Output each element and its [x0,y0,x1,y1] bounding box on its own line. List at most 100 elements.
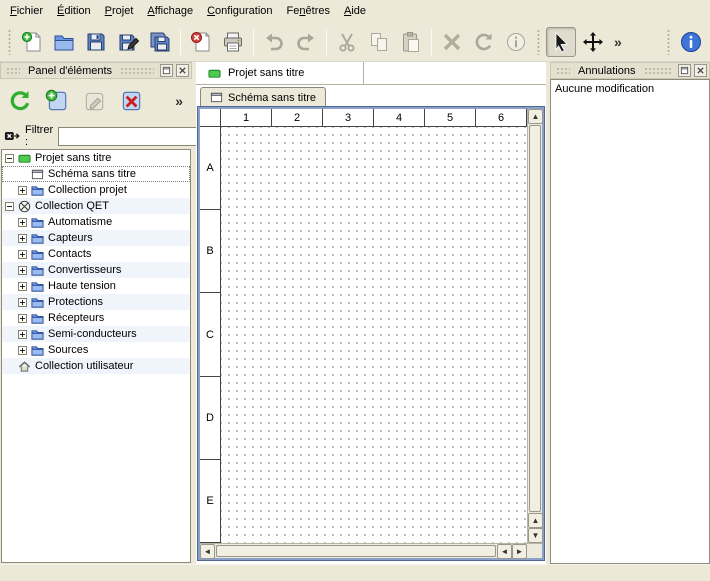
tree-item-haute-tension[interactable]: Haute tension [2,278,190,294]
toolbar-handle[interactable] [7,29,12,55]
print-button[interactable] [218,27,248,57]
expander-plus-icon[interactable] [18,298,27,307]
tree-item-capteurs[interactable]: Capteurs [2,230,190,246]
horizontal-scroll-thumb[interactable] [216,545,496,557]
tree-item-contacts[interactable]: Contacts [2,246,190,262]
tree-item-collection-utilisateur[interactable]: Collection utilisateur [2,358,190,374]
info-gray-icon [505,31,527,53]
about-qet-button[interactable] [676,27,706,57]
folder-icon [31,184,44,197]
vertical-scrollbar[interactable]: ▲ ▲ ▼ [527,109,542,543]
float-panel-button[interactable] [160,64,173,77]
scroll-down-button[interactable]: ▼ [528,528,543,543]
scroll-left-button-right[interactable]: ◄ [497,544,512,559]
copy-button [364,27,394,57]
move-arrows-icon [582,31,604,53]
tree-item-r-cepteurs[interactable]: Récepteurs [2,310,190,326]
save-all-button[interactable] [145,27,175,57]
grid-body: ABCDE [200,127,527,543]
new-element-button[interactable] [41,85,73,117]
elements-panel-titlebar[interactable]: Panel d'éléments [0,62,192,79]
schema-canvas[interactable] [221,127,527,543]
tree-item-protections[interactable]: Protections [2,294,190,310]
dock-grip-icon[interactable] [644,67,673,74]
toolbar-overflow-button[interactable]: » [609,34,627,50]
menu-aide[interactable]: Aide [337,2,373,20]
conductor-properties-button [501,27,531,57]
save-as-button[interactable] [113,27,143,57]
menu-configuration[interactable]: Configuration [200,2,279,20]
expander-plus-icon[interactable] [18,346,27,355]
tab-schema-sans-titre[interactable]: Schéma sans titre [200,87,326,107]
close-panel-button[interactable] [176,64,189,77]
filter-label: Filtrer : [25,124,53,148]
dock-grip-icon[interactable] [556,67,570,74]
horizontal-scrollbar[interactable]: ◄ ◄ ► [200,543,527,558]
close-file-button[interactable] [186,27,216,57]
scroll-right-button[interactable]: ► [512,544,527,559]
dock-grip-icon[interactable] [6,67,20,74]
toolbar-handle[interactable] [536,29,541,55]
menu-projet[interactable]: Projet [98,2,141,20]
tab-projet-sans-titre[interactable]: Projet sans titre [196,62,364,84]
scroll-up-button[interactable]: ▲ [528,109,543,124]
scroll-up-button-bottom[interactable]: ▲ [528,513,543,528]
menu-affichage[interactable]: Affichage [140,2,200,20]
undo-item[interactable]: Aucune modification [551,80,709,97]
expander-plus-icon[interactable] [18,314,27,323]
tree-item-convertisseurs[interactable]: Convertisseurs [2,262,190,278]
menu-fichier[interactable]: Fichier [3,2,50,20]
toolbar-handle[interactable] [666,29,671,55]
tree-item-sch-ma-sans-titre[interactable]: Schéma sans titre [2,166,190,182]
filter-input[interactable] [58,127,208,146]
expander-plus-icon[interactable] [18,282,27,291]
reload-collections-button[interactable] [4,85,36,117]
paste-button [396,27,426,57]
element-new-icon [45,89,69,113]
expander-plus-icon[interactable] [18,218,27,227]
scroll-left-button[interactable]: ◄ [200,544,215,559]
dock-grip-icon[interactable] [120,67,154,74]
tree-item-label: Protections [48,296,103,308]
menu-fenetres[interactable]: Fenêtres [280,2,337,20]
menu-edition[interactable]: Édition [50,2,98,20]
panel-toolbar-overflow-button[interactable]: » [170,93,188,109]
column-header-1: 1 [221,109,272,127]
tree-item-semi-conducteurs[interactable]: Semi-conducteurs [2,326,190,342]
expander-plus-icon[interactable] [18,266,27,275]
tree-item-automatisme[interactable]: Automatisme [2,214,190,230]
save-button[interactable] [81,27,111,57]
expander-minus-icon[interactable] [5,202,14,211]
tree-item-collection-qet[interactable]: Collection QET [2,198,190,214]
open-document-button[interactable] [49,27,79,57]
delete-element-button[interactable] [115,85,147,117]
project-icon [18,152,31,165]
expander-plus-icon[interactable] [18,330,27,339]
qelectrotech-window: FichierÉditionProjetAffichageConfigurati… [0,0,710,62]
refresh-green-icon [8,89,32,113]
tree-item-sources[interactable]: Sources [2,342,190,358]
column-header-6: 6 [476,109,527,127]
undo-panel-title: Annulations [576,65,638,77]
tree-item-projet-sans-titre[interactable]: Projet sans titre [2,150,190,166]
main-toolbar: » [0,22,710,62]
expander-plus-icon[interactable] [18,234,27,243]
project-tab-label: Projet sans titre [228,67,304,79]
selection-mode-button[interactable] [546,27,576,57]
close-undo-panel-button[interactable] [694,64,707,77]
edit-element-button [78,85,110,117]
expander-plus-icon[interactable] [18,250,27,259]
visualisation-mode-button[interactable] [578,27,608,57]
status-bar [0,564,710,581]
new-document-button[interactable] [17,27,47,57]
vertical-scroll-thumb[interactable] [529,125,541,512]
expander-minus-icon[interactable] [5,154,14,163]
clear-filter-icon[interactable] [4,128,20,144]
mdi-workspace: Schéma sans titre 123456 ABCDE [196,85,546,564]
tree-item-collection-projet[interactable]: Collection projet [2,182,190,198]
undo-panel-titlebar[interactable]: Annulations [550,62,710,79]
folder-icon [31,328,44,341]
expander-plus-icon[interactable] [18,186,27,195]
undo-list: Aucune modification [550,79,710,564]
float-undo-panel-button[interactable] [678,64,691,77]
